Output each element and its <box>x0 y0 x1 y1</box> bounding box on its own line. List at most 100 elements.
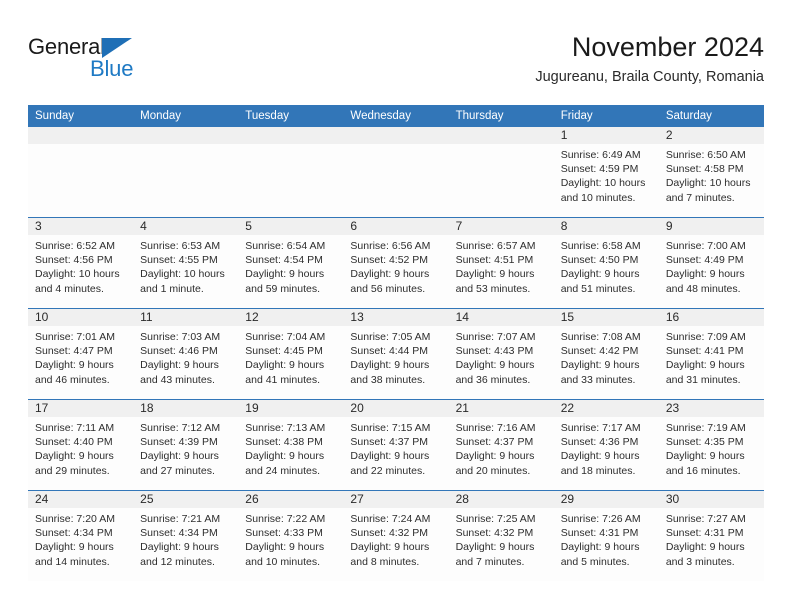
day-cell[interactable]: Sunrise: 6:57 AM Sunset: 4:51 PM Daylight:… <box>449 235 554 308</box>
day-cell[interactable]: Sunrise: 6:52 AM Sunset: 4:56 PM Daylight:… <box>28 235 133 308</box>
day-number[interactable]: 6 <box>343 218 448 235</box>
day-number[interactable]: 15 <box>554 309 659 326</box>
general-blue-logo[interactable]: General Blue <box>28 34 208 86</box>
day-cell[interactable]: Sunrise: 6:58 AM Sunset: 4:50 PM Daylight:… <box>554 235 659 308</box>
day-cell[interactable]: Sunrise: 7:05 AM Sunset: 4:44 PM Daylight:… <box>343 326 448 399</box>
day-cell[interactable]: Sunrise: 7:07 AM Sunset: 4:43 PM Daylight:… <box>449 326 554 399</box>
day-daylight-text: Daylight: 9 hours <box>665 359 745 372</box>
day-number[interactable]: 25 <box>133 491 238 508</box>
day-sunrise-text: Sunrise: 7:21 AM <box>140 513 221 525</box>
day-sunset-text: Sunset: 4:49 PM <box>665 254 744 267</box>
week-date-band: 3456789 <box>28 218 764 235</box>
day-cell[interactable]: Sunrise: 6:56 AM Sunset: 4:52 PM Daylight:… <box>343 235 448 308</box>
day-cell[interactable]: Sunrise: 7:25 AM Sunset: 4:32 PM Daylight:… <box>449 508 554 581</box>
day-daylight-text: and 14 minutes. <box>35 555 110 568</box>
day-daylight-text: and 8 minutes. <box>350 555 420 568</box>
day-sunset-text: Sunset: 4:36 PM <box>560 436 639 449</box>
day-cell[interactable]: Sunrise: 7:09 AM Sunset: 4:41 PM Daylight:… <box>659 326 764 399</box>
day-number[interactable]: 18 <box>133 400 238 417</box>
day-cell[interactable]: Sunrise: 7:01 AM Sunset: 4:47 PM Daylight:… <box>28 326 133 399</box>
day-daylight-text: Daylight: 9 hours <box>35 541 114 554</box>
day-cell[interactable]: Sunrise: 7:11 AM Sunset: 4:40 PM Daylight:… <box>28 417 133 490</box>
day-number[interactable]: 23 <box>659 400 764 417</box>
day-number[interactable]: 16 <box>659 309 764 326</box>
day-cell[interactable]: Sunrise: 7:19 AM Sunset: 4:35 PM Daylight:… <box>659 417 764 490</box>
day-cell[interactable]: Sunrise: 6:54 AM Sunset: 4:54 PM Daylight:… <box>238 235 343 308</box>
day-number[interactable]: 26 <box>238 491 343 508</box>
day-number[interactable]: 30 <box>659 491 764 508</box>
day-daylight-text: Daylight: 9 hours <box>665 450 745 463</box>
day-sunrise-text: Sunrise: 7:16 AM <box>455 422 536 434</box>
day-cell[interactable]: Sunrise: 7:00 AM Sunset: 4:49 PM Daylight:… <box>659 235 764 308</box>
day-number[interactable]: 3 <box>28 218 133 235</box>
day-cell[interactable]: Sunrise: 7:21 AM Sunset: 4:34 PM Daylight:… <box>133 508 238 581</box>
week-detail-band: Sunrise: 7:11 AM Sunset: 4:40 PM Daylight:… <box>28 417 764 490</box>
day-number-empty <box>343 127 448 144</box>
weekday-header-friday: Friday <box>560 110 593 122</box>
day-daylight-text: Daylight: 10 hours <box>140 268 225 281</box>
day-number[interactable]: 4 <box>133 218 238 235</box>
day-number[interactable]: 29 <box>554 491 659 508</box>
day-cell[interactable]: Sunrise: 7:20 AM Sunset: 4:34 PM Daylight:… <box>28 508 133 581</box>
day-sunrise-text: Sunrise: 7:01 AM <box>35 331 115 343</box>
day-number[interactable]: 12 <box>238 309 343 326</box>
day-number[interactable]: 28 <box>449 491 554 508</box>
day-number[interactable]: 22 <box>554 400 659 417</box>
day-daylight-text: Daylight: 9 hours <box>140 541 219 554</box>
day-number[interactable]: 21 <box>449 400 554 417</box>
day-sunset-text: Sunset: 4:44 PM <box>350 345 429 358</box>
day-number[interactable]: 17 <box>28 400 133 417</box>
day-cell[interactable]: Sunrise: 6:50 AM Sunset: 4:58 PM Daylight:… <box>659 144 764 217</box>
day-cell[interactable]: Sunrise: 7:26 AM Sunset: 4:31 PM Daylight:… <box>554 508 659 581</box>
day-sunset-text: Sunset: 4:31 PM <box>560 527 639 540</box>
calendar-grid: Sunday Monday Tuesday Wednesday Thursday Frid… <box>28 105 764 581</box>
day-cell[interactable]: Sunrise: 7:27 AM Sunset: 4:31 PM Daylight:… <box>659 508 764 581</box>
day-cell[interactable]: Sunrise: 7:17 AM Sunset: 4:36 PM Daylight:… <box>554 417 659 490</box>
day-cell[interactable]: Sunrise: 7:13 AM Sunset: 4:38 PM Daylight:… <box>238 417 343 490</box>
day-cell[interactable]: Sunrise: 7:04 AM Sunset: 4:45 PM Daylight:… <box>238 326 343 399</box>
day-daylight-text: Daylight: 9 hours <box>245 359 325 372</box>
day-daylight-text: Daylight: 10 hours <box>665 177 751 190</box>
day-sunset-text: Sunset: 4:34 PM <box>140 527 218 540</box>
day-sunset-text: Sunset: 4:37 PM <box>350 436 429 449</box>
day-number[interactable]: 20 <box>343 400 448 417</box>
day-number[interactable]: 1 <box>554 127 659 144</box>
day-sunrise-text: Sunrise: 6:50 AM <box>665 149 746 161</box>
day-cell-empty <box>28 144 133 217</box>
day-cell[interactable]: Sunrise: 6:49 AM Sunset: 4:59 PM Daylight:… <box>554 144 659 217</box>
day-daylight-text: Daylight: 9 hours <box>560 450 640 463</box>
day-cell[interactable]: Sunrise: 7:15 AM Sunset: 4:37 PM Daylight:… <box>343 417 448 490</box>
day-cell[interactable]: Sunrise: 7:24 AM Sunset: 4:32 PM Daylight:… <box>343 508 448 581</box>
day-cell[interactable]: Sunrise: 7:12 AM Sunset: 4:39 PM Daylight:… <box>133 417 238 490</box>
day-number[interactable]: 10 <box>28 309 133 326</box>
day-cell[interactable]: Sunrise: 7:08 AM Sunset: 4:42 PM Daylight:… <box>554 326 659 399</box>
day-number[interactable]: 13 <box>343 309 448 326</box>
day-cell[interactable]: Sunrise: 6:53 AM Sunset: 4:55 PM Daylight:… <box>133 235 238 308</box>
day-sunrise-text: Sunrise: 6:53 AM <box>140 240 221 252</box>
day-number[interactable]: 11 <box>133 309 238 326</box>
day-number[interactable]: 19 <box>238 400 343 417</box>
day-number[interactable]: 2 <box>659 127 764 144</box>
day-sunrise-text: Sunrise: 6:54 AM <box>245 240 326 252</box>
day-cell[interactable]: Sunrise: 7:16 AM Sunset: 4:37 PM Daylight:… <box>449 417 554 490</box>
day-number[interactable]: 5 <box>238 218 343 235</box>
day-daylight-text: Daylight: 9 hours <box>140 359 219 372</box>
day-number[interactable]: 8 <box>554 218 659 235</box>
day-cell[interactable]: Sunrise: 7:03 AM Sunset: 4:46 PM Daylight:… <box>133 326 238 399</box>
day-number[interactable]: 24 <box>28 491 133 508</box>
day-sunrise-text: Sunrise: 7:25 AM <box>455 513 536 525</box>
day-cell[interactable]: Sunrise: 7:22 AM Sunset: 4:33 PM Daylight:… <box>238 508 343 581</box>
day-daylight-text: and 22 minutes. <box>350 464 426 477</box>
day-number[interactable]: 14 <box>449 309 554 326</box>
day-daylight-text: and 4 minutes. <box>35 282 104 295</box>
day-daylight-text: and 24 minutes. <box>245 464 320 477</box>
weekday-header-saturday: Saturday <box>665 110 712 122</box>
day-number[interactable]: 9 <box>659 218 764 235</box>
weekday-header-monday: Monday <box>140 110 182 122</box>
day-sunset-text: Sunset: 4:58 PM <box>665 163 744 176</box>
day-number[interactable]: 27 <box>343 491 448 508</box>
day-sunrise-text: Sunrise: 7:00 AM <box>665 240 746 252</box>
day-number[interactable]: 7 <box>449 218 554 235</box>
day-daylight-text: Daylight: 9 hours <box>560 541 640 554</box>
day-daylight-text: Daylight: 10 hours <box>560 177 646 190</box>
